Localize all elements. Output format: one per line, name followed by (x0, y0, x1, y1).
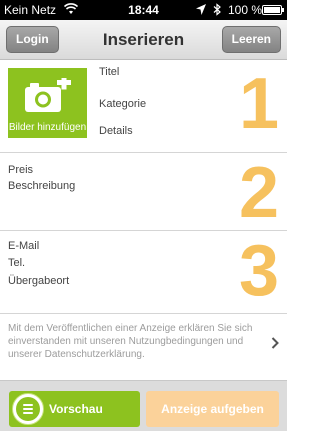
battery-percent: 100 % (228, 3, 263, 17)
preview-label: Vorschau (49, 402, 103, 416)
section-basics: Bilder hinzufügen Titel Kategorie Detail… (0, 60, 287, 153)
chevron-right-icon[interactable] (271, 337, 279, 349)
step-number-3: 3 (238, 231, 279, 311)
field-title[interactable]: Titel (99, 66, 119, 78)
navigation-bar: Login Inserieren Leeren (0, 20, 287, 60)
camera-add-icon (25, 78, 71, 112)
step-number-1: 1 (238, 64, 279, 144)
field-phone[interactable]: Tel. (8, 257, 25, 269)
step-number-2: 2 (238, 153, 279, 233)
bottom-toolbar: Vorschau Anzeige aufgeben (0, 380, 287, 431)
menu-icon (12, 393, 44, 425)
add-photos-button[interactable]: Bilder hinzufügen (8, 68, 87, 138)
add-photos-label: Bilder hinzufügen (8, 122, 87, 133)
clear-button[interactable]: Leeren (221, 26, 281, 53)
field-description[interactable]: Beschreibung (8, 180, 75, 192)
publish-button[interactable]: Anzeige aufgeben (146, 391, 279, 427)
location-icon (196, 4, 206, 15)
field-price[interactable]: Preis (8, 164, 33, 176)
field-handover-location[interactable]: Übergabeort (8, 275, 69, 287)
section-contact: E-Mail Tel. Übergabeort 3 (0, 231, 287, 314)
section-price: Preis Beschreibung 2 (0, 153, 287, 231)
battery-icon (262, 5, 284, 15)
preview-button[interactable]: Vorschau (9, 391, 140, 427)
field-details[interactable]: Details (99, 125, 133, 137)
status-bar: Kein Netz 18:44 100 % (0, 0, 287, 20)
terms-notice[interactable]: Mit dem Veröffentlichen einer Anzeige er… (8, 322, 266, 361)
field-email[interactable]: E-Mail (8, 240, 39, 252)
bluetooth-icon (213, 3, 221, 16)
field-category[interactable]: Kategorie (99, 98, 146, 110)
